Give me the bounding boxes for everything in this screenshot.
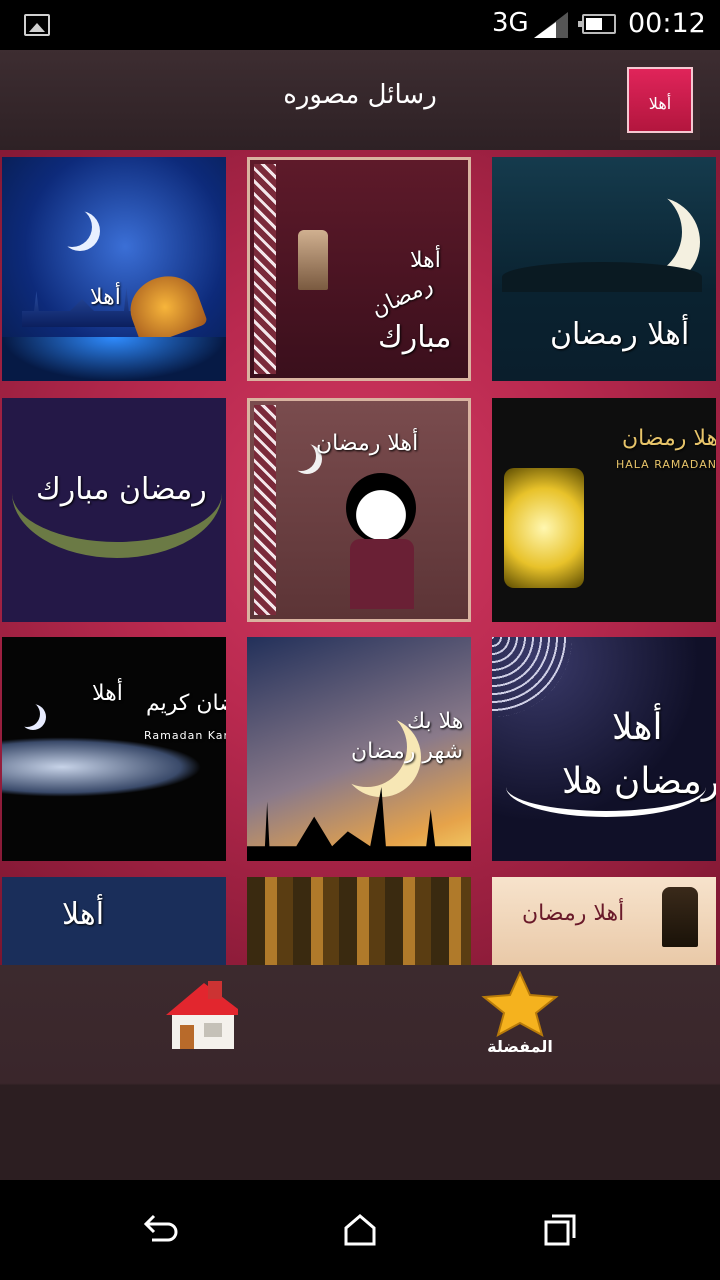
- tile-caption: رمضان مبارك: [36, 472, 207, 507]
- cannon: [121, 266, 209, 348]
- tile-caption: رمضان: [367, 272, 437, 323]
- mosque-silhouette: [247, 787, 471, 861]
- tile-caption: أهلا: [62, 897, 105, 932]
- tile-caption: يا شهر رمضان: [351, 739, 471, 764]
- lace-pattern: [492, 637, 572, 717]
- home-nav-icon[interactable]: [340, 1210, 380, 1250]
- status-bar: 3G 00:12: [0, 0, 720, 50]
- girl-body: [350, 539, 414, 609]
- app-header: رسائل مصوره أهلا رمضان: [0, 50, 720, 183]
- image-tile[interactable]: رمضان مبارك: [2, 398, 226, 622]
- crescent-moon: [14, 701, 40, 727]
- girl-figure: [346, 473, 416, 543]
- image-tile[interactable]: هلا رمضان HALA RAMADAN: [492, 398, 716, 622]
- crescent-moon: [286, 441, 316, 471]
- lantern: [298, 230, 328, 290]
- page-title: رسائل مصوره: [283, 80, 437, 110]
- image-tile[interactable]: أهلا رمضان: [492, 877, 716, 965]
- tile-caption: هلا بك: [407, 709, 464, 734]
- tile-border-pattern: [254, 405, 276, 615]
- bottom-toolbar: المفضلة: [0, 965, 720, 1180]
- tile-caption: HALA RAMADAN: [616, 458, 716, 471]
- signal-icon: [534, 12, 568, 38]
- app-screen: رسائل مصوره أهلا رمضان أهلا أهلا رمضان م…: [0, 50, 720, 1180]
- clouds: [2, 737, 202, 797]
- favorites-button[interactable]: المفضلة: [470, 971, 570, 1061]
- tile-caption: أهلا رمضان: [550, 317, 690, 352]
- image-tile[interactable]: أهلا رمضان مبارك: [247, 157, 471, 381]
- network-type: 3G: [492, 8, 529, 38]
- tile-caption: هلا رمضان: [622, 426, 716, 451]
- logo-text: أهلا رمضان: [627, 67, 693, 183]
- image-notification-icon: [24, 14, 50, 36]
- favorites-label: المفضلة: [487, 1037, 553, 1056]
- glowing-lantern: [504, 468, 584, 588]
- tile-caption: رمضان كريم: [146, 691, 226, 716]
- system-nav-bar: [0, 1180, 720, 1280]
- star-icon: [481, 971, 559, 1037]
- image-tile[interactable]: أهلا: [2, 157, 226, 381]
- image-tile[interactable]: أهلا رمضان هلا: [492, 637, 716, 861]
- minaret-silhouette: [22, 287, 142, 327]
- tile-caption: أهلا: [612, 707, 663, 748]
- tile-caption: أهلا: [90, 285, 121, 310]
- crescent-swoosh: [506, 757, 706, 817]
- tile-caption: أهلا: [92, 681, 123, 706]
- street-lamp: [662, 887, 698, 947]
- image-tile[interactable]: أهلا رمضان كريم Ramadan Kareem: [2, 637, 226, 861]
- tile-border-pattern: [254, 164, 276, 374]
- recents-icon[interactable]: [540, 1210, 580, 1250]
- tile-caption: Ramadan Kareem: [144, 729, 226, 742]
- crescent-moon: [52, 207, 92, 247]
- image-grid: أهلا أهلا رمضان مبارك أهلا رمضان رمضان م…: [0, 150, 720, 965]
- image-tile[interactable]: أهلا رمضان: [492, 157, 716, 381]
- home-icon[interactable]: [158, 975, 242, 1055]
- tile-caption: أهلا رمضان: [316, 431, 419, 456]
- image-tile[interactable]: هلا بك يا شهر رمضان: [247, 637, 471, 861]
- back-icon[interactable]: [140, 1210, 180, 1250]
- battery-icon: [578, 14, 616, 34]
- image-tile[interactable]: أهلا: [2, 877, 226, 965]
- image-tile[interactable]: [247, 877, 471, 965]
- tile-caption: مبارك: [378, 320, 452, 355]
- tree-island: [502, 262, 702, 292]
- ground-glow: [2, 337, 226, 381]
- clock: 00:12: [628, 8, 706, 39]
- tile-caption: أهلا رمضان: [522, 901, 625, 926]
- image-tile[interactable]: أهلا رمضان: [247, 398, 471, 622]
- tile-caption: أهلا: [410, 248, 441, 273]
- app-logo[interactable]: أهلا رمضان: [620, 60, 700, 183]
